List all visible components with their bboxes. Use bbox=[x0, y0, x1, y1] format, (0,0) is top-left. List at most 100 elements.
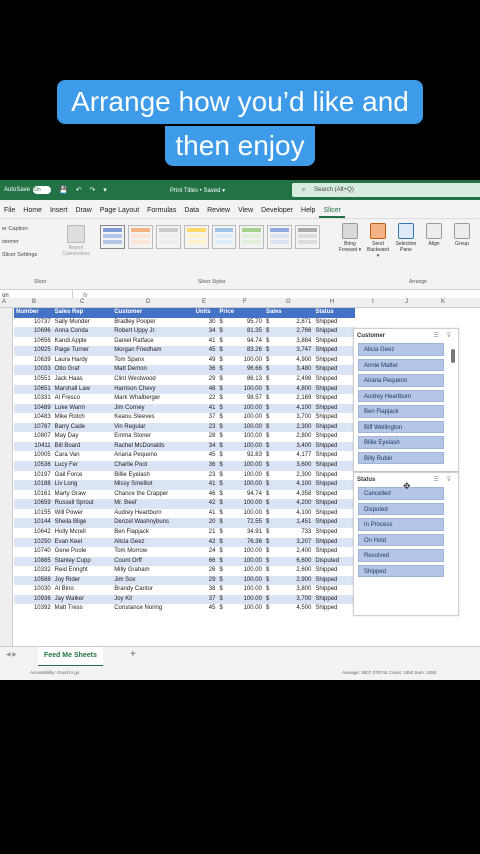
cell-price-currency[interactable]: $ bbox=[217, 394, 236, 404]
cell-price-currency[interactable]: $ bbox=[217, 365, 237, 375]
style-swatch[interactable] bbox=[267, 225, 293, 249]
cell-number[interactable]: 10188 bbox=[14, 480, 53, 490]
cell-status[interactable]: Shipped bbox=[313, 509, 355, 519]
cell-price-currency[interactable]: $ bbox=[217, 337, 236, 347]
cell-customer[interactable]: Keanu Sleeves bbox=[112, 413, 193, 423]
cell-sales-currency[interactable]: $ bbox=[263, 441, 284, 452]
cell-units[interactable]: 45 bbox=[194, 451, 218, 461]
cell-customer[interactable]: Denzel Washnybuns bbox=[112, 518, 194, 528]
cell-price-currency[interactable]: $ bbox=[217, 604, 236, 614]
cell-units[interactable]: 41 bbox=[194, 337, 218, 347]
cell-customer[interactable]: Alicia Geez bbox=[112, 537, 194, 548]
document-title[interactable]: Print Titles • Saved ▾ bbox=[170, 187, 225, 194]
slicer-item[interactable]: In Process bbox=[358, 518, 444, 531]
cell-units[interactable]: 21 bbox=[194, 528, 218, 538]
cell-sales-rep[interactable]: Luke Warm bbox=[52, 403, 113, 414]
cell-price-currency[interactable]: $ bbox=[217, 461, 237, 471]
cell-sales[interactable]: 2,300 bbox=[284, 471, 314, 481]
cell-price[interactable]: 100.00 bbox=[236, 471, 264, 481]
cell-price-currency[interactable]: $ bbox=[217, 518, 237, 528]
cell-price[interactable]: 100.00 bbox=[236, 547, 264, 557]
cell-sales[interactable]: 1,451 bbox=[283, 518, 314, 528]
tab-review[interactable]: Review bbox=[203, 207, 234, 218]
cell-price[interactable]: 95.70 bbox=[236, 318, 264, 328]
cell-number[interactable]: 10331 bbox=[14, 394, 53, 404]
cell-customer[interactable]: Jim Sox bbox=[112, 575, 194, 586]
cell-number[interactable]: 10737 bbox=[14, 318, 53, 328]
slicer-item[interactable]: Resolved bbox=[358, 549, 444, 562]
slicer-item[interactable]: Ben Flapjack bbox=[358, 405, 444, 418]
header-sales[interactable]: Sales bbox=[263, 308, 284, 318]
cell-units[interactable]: 38 bbox=[194, 585, 218, 595]
cell-number[interactable]: 10005 bbox=[14, 451, 53, 461]
cell-sales-currency[interactable]: $ bbox=[263, 575, 284, 586]
cell-price-currency[interactable]: $ bbox=[217, 375, 236, 385]
slicer-item[interactable]: Cancelled bbox=[358, 487, 444, 500]
cell-units[interactable]: 41 bbox=[193, 480, 218, 490]
cell-price-currency[interactable]: $ bbox=[217, 346, 237, 356]
customer-slicer[interactable]: Customer ☰ ⊽ Alicia Geez Annie Matter Aria… bbox=[353, 328, 459, 472]
cell-units[interactable]: 34 bbox=[193, 441, 218, 452]
cell-number[interactable]: 10144 bbox=[14, 518, 53, 528]
bring-forward-button[interactable]: Bring Forward ▾ bbox=[338, 223, 362, 259]
tab-home[interactable]: Home bbox=[19, 207, 46, 218]
cell-price-currency[interactable]: $ bbox=[217, 451, 236, 461]
cell-sales-currency[interactable]: $ bbox=[264, 490, 284, 500]
cell-sales-rep[interactable]: Sheila Blige bbox=[52, 518, 113, 528]
sheet-nav-arrows-icon[interactable]: ◀ ▶ bbox=[6, 651, 17, 658]
col-j[interactable]: J bbox=[405, 298, 408, 307]
cell-sales[interactable]: 2,800 bbox=[284, 432, 314, 442]
cell-status[interactable]: Shipped bbox=[313, 346, 355, 356]
cell-units[interactable]: 29 bbox=[194, 375, 218, 385]
cell-price[interactable]: 81.35 bbox=[236, 327, 264, 337]
cell-sales[interactable]: 3,800 bbox=[284, 585, 314, 595]
col-c[interactable]: C bbox=[80, 298, 84, 307]
cell-number[interactable]: 10925 bbox=[14, 346, 53, 356]
cell-customer[interactable]: Harrison Chevy bbox=[112, 384, 194, 395]
cell-price-currency[interactable]: $ bbox=[217, 499, 237, 509]
slicer-styles-gallery[interactable] bbox=[100, 225, 320, 269]
cell-sales-rep[interactable]: Jack Haas bbox=[53, 375, 113, 385]
col-i[interactable]: I bbox=[372, 298, 374, 307]
cell-price[interactable]: 98.57 bbox=[236, 394, 264, 404]
cell-customer[interactable]: Matt Demon bbox=[112, 365, 194, 375]
slicer-item[interactable]: Ariana Pequeno bbox=[358, 374, 444, 387]
cell-number[interactable]: 10696 bbox=[14, 327, 53, 337]
cell-sales-currency[interactable]: $ bbox=[264, 394, 284, 404]
cell-sales-currency[interactable]: $ bbox=[263, 346, 284, 356]
cell-status[interactable]: Shipped bbox=[313, 327, 355, 337]
cell-sales-currency[interactable]: $ bbox=[264, 604, 284, 614]
cell-customer[interactable]: Constance Noring bbox=[112, 604, 193, 614]
cell-price-currency[interactable]: $ bbox=[217, 356, 236, 366]
cell-customer[interactable]: Robert Uppy Jr. bbox=[112, 327, 194, 337]
cell-price-currency[interactable]: $ bbox=[217, 537, 237, 548]
cell-number[interactable]: 10659 bbox=[14, 499, 53, 509]
slicer-item[interactable]: Billy Rubin bbox=[358, 451, 444, 464]
style-swatch[interactable] bbox=[183, 225, 209, 249]
cell-price[interactable]: 83.26 bbox=[236, 346, 264, 356]
cell-price[interactable]: 100.00 bbox=[236, 461, 264, 471]
cell-sales[interactable]: 4,177 bbox=[284, 451, 314, 461]
cell-status[interactable]: Shipped bbox=[313, 461, 355, 471]
cell-price-currency[interactable]: $ bbox=[217, 575, 237, 586]
cell-price-currency[interactable]: $ bbox=[217, 594, 237, 605]
cell-sales-currency[interactable]: $ bbox=[263, 422, 284, 433]
cell-sales[interactable]: 733 bbox=[284, 528, 314, 538]
cell-number[interactable]: 10392 bbox=[14, 604, 53, 614]
cell-customer[interactable]: Missy Smelliot bbox=[112, 480, 194, 490]
cell-customer[interactable]: Rachel McDonalds bbox=[112, 441, 194, 452]
cell-price-currency[interactable]: $ bbox=[217, 403, 237, 414]
col-f[interactable]: F bbox=[243, 298, 247, 307]
cell-number[interactable]: 10656 bbox=[14, 337, 53, 347]
cell-sales-rep[interactable]: Paige Turner bbox=[52, 346, 113, 356]
cell-sales-rep[interactable]: Laura Hardy bbox=[53, 356, 113, 366]
cell-units[interactable]: 37 bbox=[194, 413, 218, 423]
cell-units[interactable]: 45 bbox=[194, 604, 218, 614]
cell-units[interactable]: 41 bbox=[194, 509, 218, 519]
tab-developer[interactable]: Developer bbox=[257, 207, 297, 218]
cell-customer[interactable]: Billie Eyelash bbox=[112, 471, 193, 481]
tab-formulas[interactable]: Formulas bbox=[143, 207, 180, 218]
cell-units[interactable]: 42 bbox=[193, 499, 218, 509]
cell-customer[interactable]: Jim Corney bbox=[112, 403, 194, 414]
align-button[interactable]: Align bbox=[422, 223, 446, 259]
